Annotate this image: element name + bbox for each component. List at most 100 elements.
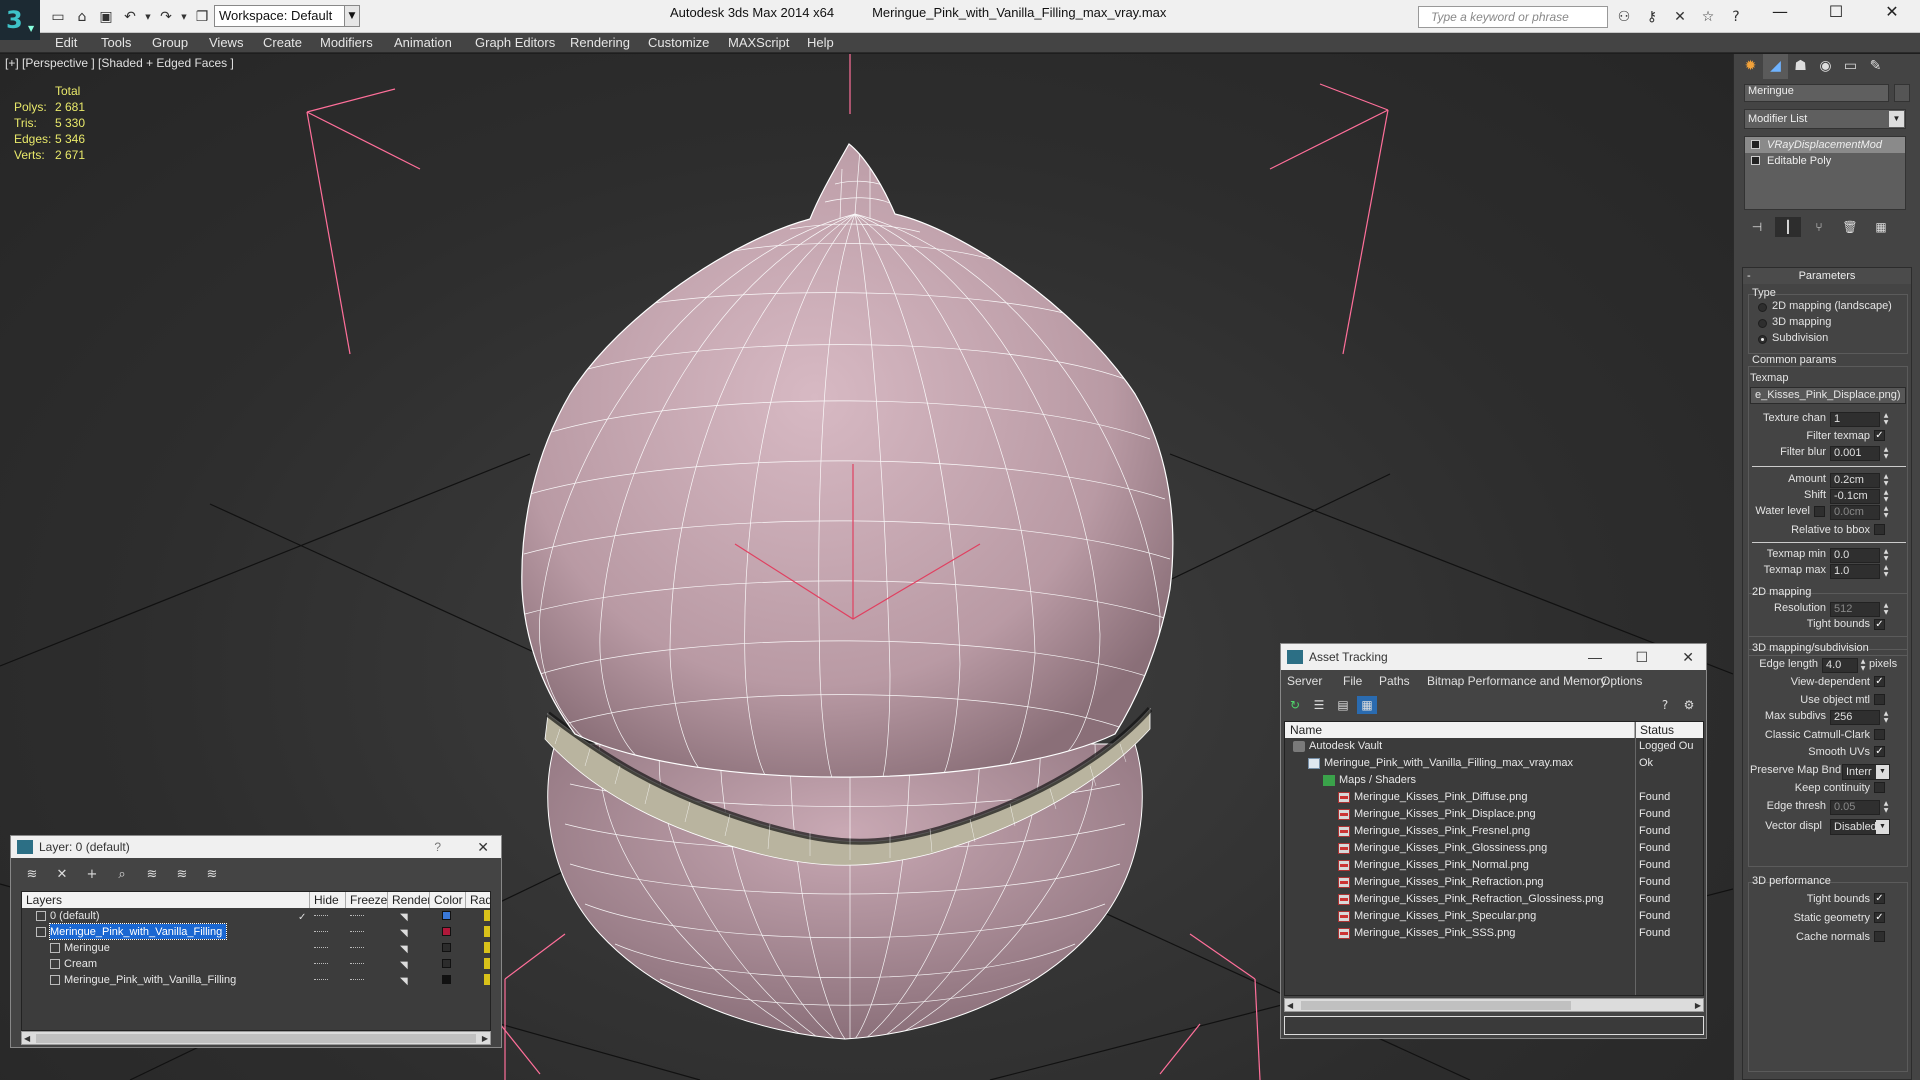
project-folder-icon[interactable]: ❐: [192, 7, 212, 27]
dropdown-arrow-icon[interactable]: ▼: [144, 7, 152, 27]
col-color[interactable]: Color: [430, 892, 466, 908]
freeze-all-icon[interactable]: ≋: [201, 865, 223, 885]
type-subdivision-radio[interactable]: [1758, 335, 1767, 344]
asset-path-field[interactable]: [1284, 1016, 1704, 1035]
max-subdivs-field[interactable]: 256: [1830, 710, 1880, 725]
edge-length-field[interactable]: 4.0: [1822, 658, 1858, 673]
utilities-tab-icon[interactable]: ✎: [1863, 54, 1888, 79]
horizontal-scrollbar[interactable]: ◀ ▶: [1284, 998, 1704, 1012]
app-logo-button[interactable]: 3 ▼: [0, 0, 40, 40]
spinner-icon[interactable]: ▲ ▼: [1882, 446, 1890, 461]
menu-group[interactable]: Group: [152, 35, 188, 50]
viewport-label[interactable]: [+] [Perspective ] [Shaded + Edged Faces…: [5, 56, 234, 70]
thumbnail-view-icon[interactable]: ▤: [1333, 696, 1353, 714]
keep-continuity-checkbox[interactable]: [1874, 782, 1885, 793]
spinner-icon[interactable]: ▲ ▼: [1882, 473, 1890, 488]
radiosity-icon[interactable]: [484, 958, 490, 969]
object-name-field[interactable]: Meringue: [1744, 84, 1889, 102]
water-level-checkbox[interactable]: [1814, 506, 1825, 517]
layer-name[interactable]: Meringue_Pink_with_Vanilla_Filling: [48, 923, 228, 940]
scroll-left-icon[interactable]: ◀: [1287, 999, 1293, 1012]
layer-window-titlebar[interactable]: Layer: 0 (default) ? ✕: [11, 836, 501, 858]
layer-row[interactable]: Meringue ◥: [22, 940, 490, 956]
static-geometry-checkbox[interactable]: ✓: [1874, 912, 1885, 923]
layer-color-swatch[interactable]: [442, 959, 451, 968]
layer-row[interactable]: 0 (default) ✓ ◥: [22, 908, 490, 924]
scroll-right-icon[interactable]: ▶: [1695, 999, 1701, 1012]
texture-chan-field[interactable]: 1: [1830, 412, 1880, 427]
help-icon[interactable]: ?: [1724, 6, 1748, 28]
asset-row[interactable]: Meringue_Kisses_Pink_Refraction_Glossine…: [1285, 891, 1703, 908]
relative-bbox-checkbox[interactable]: [1874, 524, 1885, 535]
col-name[interactable]: Name: [1285, 722, 1635, 738]
light-bulb-icon[interactable]: [1751, 140, 1760, 149]
table-view-icon[interactable]: ▦: [1357, 696, 1377, 714]
asset-row[interactable]: Meringue_Kisses_Pink_Refraction.png Found: [1285, 874, 1703, 891]
asset-row[interactable]: Meringue_Kisses_Pink_SSS.png Found: [1285, 925, 1703, 942]
menu-rendering[interactable]: Rendering: [570, 35, 630, 50]
asset-row[interactable]: Meringue_Kisses_Pink_Fresnel.png Found: [1285, 823, 1703, 840]
asset-row[interactable]: Autodesk Vault Logged Ou: [1285, 738, 1703, 755]
asset-menu-options[interactable]: Options: [1601, 674, 1642, 688]
settings-icon[interactable]: ⚙: [1679, 696, 1699, 714]
asset-row[interactable]: Meringue_Kisses_Pink_Displace.png Found: [1285, 806, 1703, 823]
water-level-field[interactable]: 0.0cm: [1830, 505, 1880, 520]
spinner-icon[interactable]: ▲ ▼: [1882, 412, 1890, 427]
layer-row[interactable]: Meringue_Pink_with_Vanilla_Filling ◥: [22, 923, 490, 940]
add-to-layer-icon[interactable]: +: [81, 865, 103, 885]
view-dependent-checkbox[interactable]: ✓: [1874, 676, 1885, 687]
layer-color-swatch[interactable]: [442, 943, 451, 952]
hide-toggle[interactable]: [314, 947, 328, 949]
smooth-uvs-checkbox[interactable]: ✓: [1874, 746, 1885, 757]
undo-icon[interactable]: ↶: [120, 7, 140, 27]
menu-create[interactable]: Create: [263, 35, 302, 50]
delete-layer-icon[interactable]: ✕: [51, 865, 73, 885]
configure-modifier-sets-icon[interactable]: ▦: [1868, 217, 1894, 237]
spinner-icon[interactable]: ▲ ▼: [1882, 548, 1890, 563]
hierarchy-tab-icon[interactable]: ☗: [1788, 54, 1813, 79]
maximize-icon[interactable]: ☐: [1635, 644, 1648, 670]
menu-help[interactable]: Help: [807, 35, 834, 50]
col-render[interactable]: Render: [388, 892, 430, 908]
tight-bounds-checkbox[interactable]: ✓: [1874, 619, 1885, 630]
tight-bounds-3d-checkbox[interactable]: ✓: [1874, 893, 1885, 904]
close-icon[interactable]: ✕: [477, 836, 489, 858]
exchange-icon[interactable]: ✕: [1668, 6, 1692, 28]
object-color-swatch[interactable]: [1894, 84, 1910, 102]
menu-customize[interactable]: Customize: [648, 35, 709, 50]
list-view-icon[interactable]: ☰: [1309, 696, 1329, 714]
radiosity-icon[interactable]: [484, 974, 490, 985]
star-icon[interactable]: ☆: [1696, 6, 1720, 28]
col-layers[interactable]: Layers: [22, 892, 310, 908]
layer-color-swatch[interactable]: [442, 975, 451, 984]
resolution-field[interactable]: 512: [1830, 602, 1880, 617]
radiosity-icon[interactable]: [484, 942, 490, 953]
layer-row[interactable]: Cream ◥: [22, 956, 490, 972]
spinner-icon[interactable]: ▲ ▼: [1882, 505, 1890, 520]
freeze-toggle[interactable]: [350, 931, 364, 933]
parameters-rollout-header[interactable]: - Parameters: [1743, 268, 1911, 284]
layer-name[interactable]: Cream: [64, 956, 101, 971]
minimize-icon[interactable]: —: [1588, 644, 1602, 670]
scroll-thumb[interactable]: [1301, 1001, 1571, 1010]
scroll-thumb[interactable]: [36, 1034, 476, 1043]
layer-color-swatch[interactable]: [442, 927, 451, 936]
freeze-toggle[interactable]: [350, 947, 364, 949]
layer-name[interactable]: 0 (default): [50, 908, 104, 923]
freeze-toggle[interactable]: [350, 915, 364, 917]
freeze-toggle[interactable]: [350, 979, 364, 981]
close-icon[interactable]: ✕: [1864, 0, 1920, 26]
hide-all-icon[interactable]: ≋: [171, 865, 193, 885]
preserve-map-select[interactable]: Interr ▼: [1842, 764, 1890, 780]
remove-modifier-icon[interactable]: 🗑: [1837, 217, 1863, 237]
col-radiosity[interactable]: Radi: [466, 892, 490, 908]
freeze-toggle[interactable]: [350, 963, 364, 965]
catmull-clark-checkbox[interactable]: [1874, 729, 1885, 740]
open-folder-icon[interactable]: ⌂: [72, 7, 92, 27]
menu-views[interactable]: Views: [209, 35, 243, 50]
hide-toggle[interactable]: [314, 915, 328, 917]
texmap-max-field[interactable]: 1.0: [1830, 564, 1880, 579]
layer-name[interactable]: Meringue: [64, 940, 114, 955]
new-layer-icon[interactable]: ≋: [21, 865, 43, 885]
new-file-icon[interactable]: ▭: [48, 7, 68, 27]
